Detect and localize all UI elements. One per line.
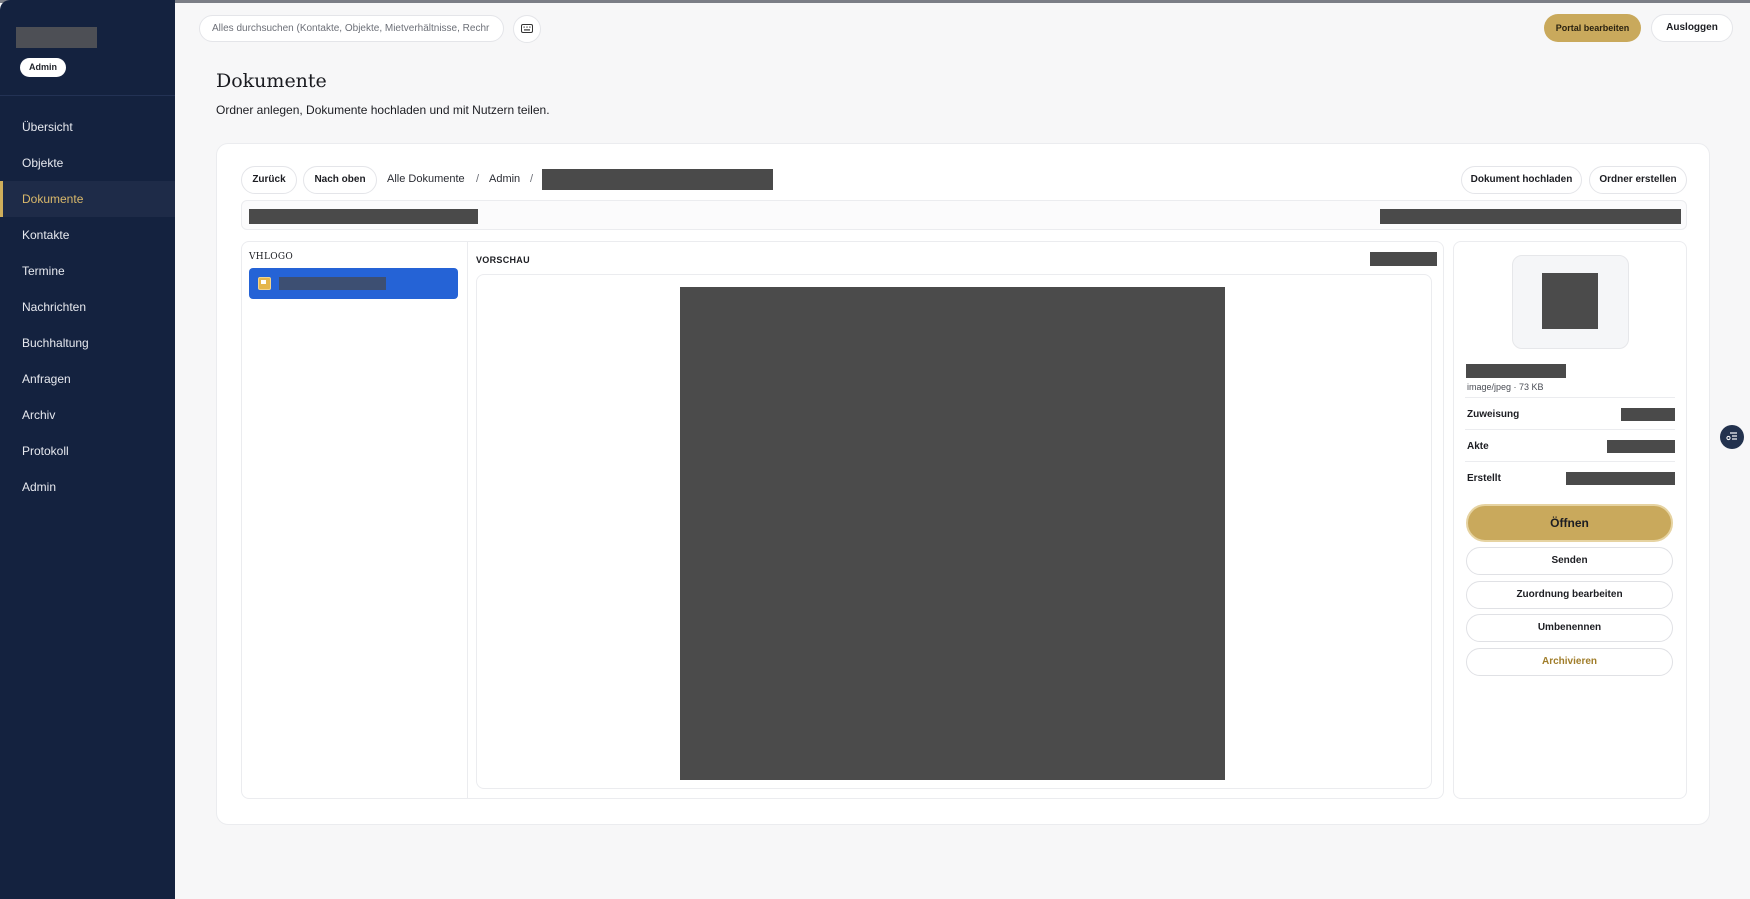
sidebar-item-dokumente[interactable]: Dokumente — [0, 181, 175, 217]
details-panel: image/jpeg · 73 KB Zuweisung Akte Erstel… — [1453, 241, 1687, 799]
sidebar-item-objekte[interactable]: Objekte — [0, 145, 175, 181]
sidebar-item-uebersicht[interactable]: Übersicht — [0, 109, 175, 145]
sidebar-item-protokoll[interactable]: Protokoll — [0, 433, 175, 469]
open-button[interactable]: Öffnen — [1466, 504, 1673, 542]
breadcrumb-separator: / — [530, 173, 534, 185]
rename-button[interactable]: Umbenennen — [1466, 614, 1673, 642]
breadcrumb-admin[interactable]: Admin — [489, 173, 520, 185]
detail-row-erstellt: Erstellt — [1465, 461, 1675, 493]
breadcrumb-separator: / — [476, 173, 480, 185]
sidebar-item-admin[interactable]: Admin — [0, 469, 175, 505]
sidebar-item-kontakte[interactable]: Kontakte — [0, 217, 175, 253]
sidebar-item-buchhaltung[interactable]: Buchhaltung — [0, 325, 175, 361]
edit-assignment-button[interactable]: Zuordnung bearbeiten — [1466, 581, 1673, 609]
detail-row-akte: Akte — [1465, 429, 1675, 461]
image-file-icon — [258, 277, 271, 290]
archive-button[interactable]: Archivieren — [1466, 648, 1673, 676]
send-button[interactable]: Senden — [1466, 547, 1673, 575]
sidebar-nav: Übersicht Objekte Dokumente Kontakte Ter… — [0, 109, 175, 505]
folder-tree-panel: VHLOGO — [241, 241, 468, 799]
detail-label: Akte — [1467, 441, 1489, 452]
sidebar-item-nachrichten[interactable]: Nachrichten — [0, 289, 175, 325]
global-search-input[interactable]: Alles durchsuchen (Kontakte, Objekte, Mi… — [199, 15, 504, 42]
sidebar-item-archiv[interactable]: Archiv — [0, 397, 175, 433]
detail-value-redacted — [1607, 440, 1675, 453]
create-folder-button[interactable]: Ordner erstellen — [1589, 166, 1687, 194]
preview-image[interactable] — [680, 287, 1225, 780]
detail-label: Zuweisung — [1467, 409, 1520, 420]
back-button[interactable]: Zurück — [241, 166, 297, 194]
file-meta: image/jpeg · 73 KB — [1467, 382, 1544, 392]
breadcrumb-all-documents[interactable]: Alle Dokumente — [387, 173, 465, 185]
file-name-redacted — [279, 277, 386, 290]
file-thumbnail — [1512, 255, 1629, 349]
thumbnail-image — [1542, 273, 1598, 329]
selection-path-redacted — [249, 209, 478, 224]
page-title: Dokumente — [216, 70, 327, 92]
sidebar-item-anfragen[interactable]: Anfragen — [0, 361, 175, 397]
detail-value-redacted — [1566, 472, 1675, 485]
preview-info-redacted — [1370, 252, 1437, 266]
floating-action-button[interactable] — [1720, 425, 1744, 449]
upload-document-button[interactable]: Dokument hochladen — [1461, 166, 1582, 194]
preview-frame — [476, 274, 1432, 789]
preview-label: VORSCHAU — [476, 255, 530, 265]
user-name-redacted — [16, 27, 97, 48]
detail-row-zuweisung: Zuweisung — [1465, 397, 1675, 429]
sidebar-header: Admin — [0, 0, 175, 96]
folder-tree-title: VHLOGO — [249, 252, 294, 262]
selection-info-bar — [241, 200, 1687, 230]
page-subtitle: Ordner anlegen, Dokumente hochladen und … — [216, 103, 550, 117]
up-button[interactable]: Nach oben — [303, 166, 377, 194]
documents-card: Zurück Nach oben Alle Dokumente / Admin … — [216, 143, 1710, 825]
file-list-item-selected[interactable] — [249, 268, 458, 299]
keyboard-shortcuts-button[interactable] — [513, 15, 541, 43]
keyboard-icon — [521, 23, 533, 33]
list-settings-icon — [1726, 432, 1737, 441]
edit-portal-button[interactable]: Portal bearbeiten — [1544, 14, 1641, 42]
window-top-edge — [0, 0, 1750, 3]
detail-label: Erstellt — [1467, 473, 1501, 484]
preview-panel: VORSCHAU — [468, 241, 1444, 799]
file-title-redacted — [1466, 364, 1566, 378]
breadcrumb-current-redacted — [542, 169, 773, 190]
sidebar: Admin Übersicht Objekte Dokumente Kontak… — [0, 0, 175, 899]
sidebar-item-termine[interactable]: Termine — [0, 253, 175, 289]
detail-value-redacted — [1621, 408, 1675, 421]
selection-meta-redacted — [1380, 209, 1681, 224]
logout-button[interactable]: Ausloggen — [1651, 14, 1733, 42]
role-badge: Admin — [20, 58, 66, 77]
